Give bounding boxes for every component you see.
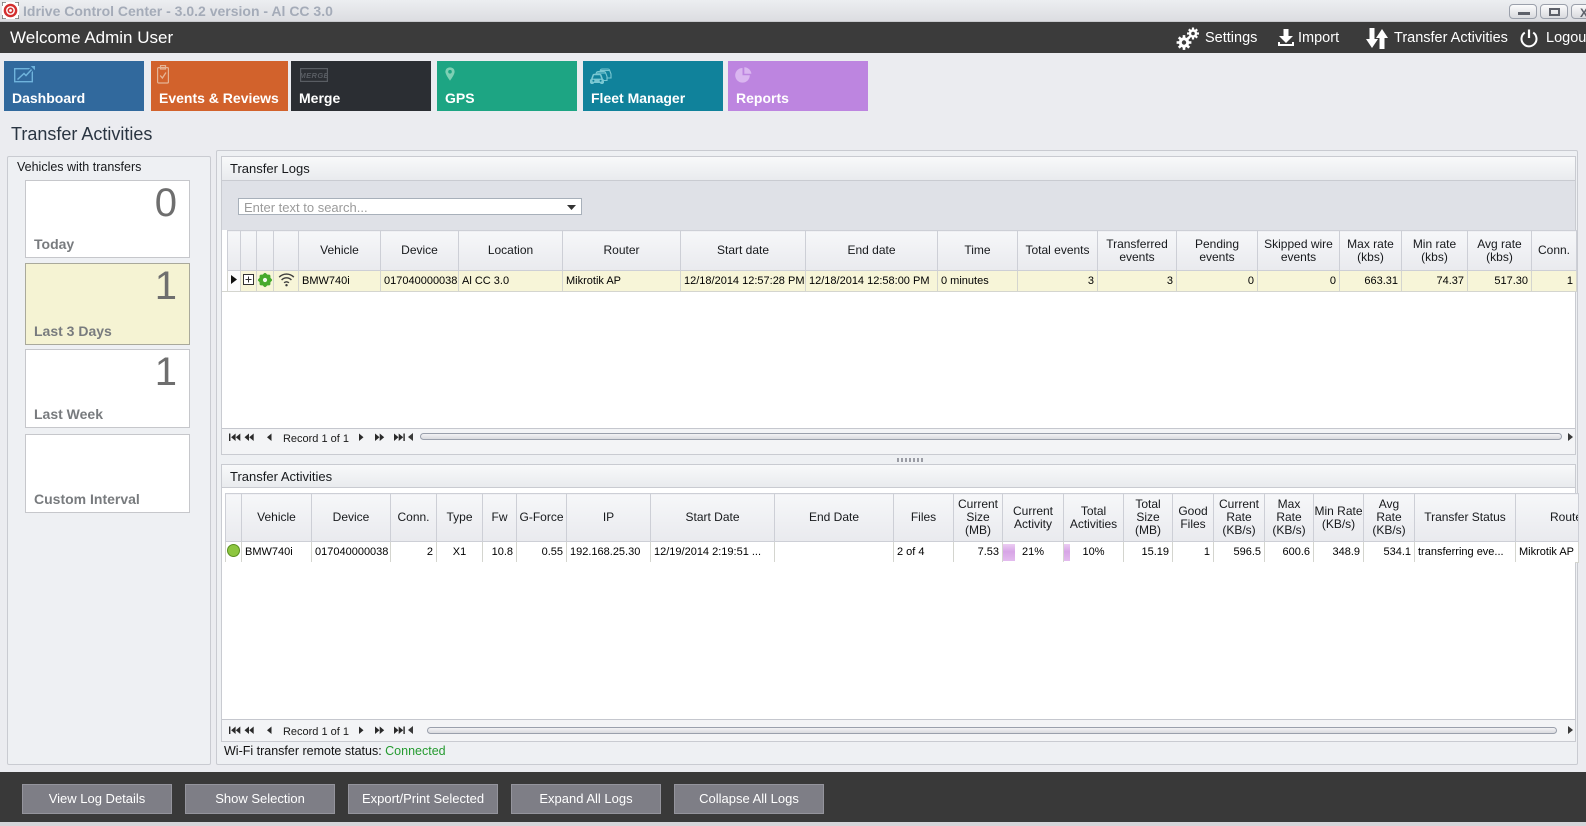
svg-text:MERGE: MERGE	[300, 71, 328, 80]
